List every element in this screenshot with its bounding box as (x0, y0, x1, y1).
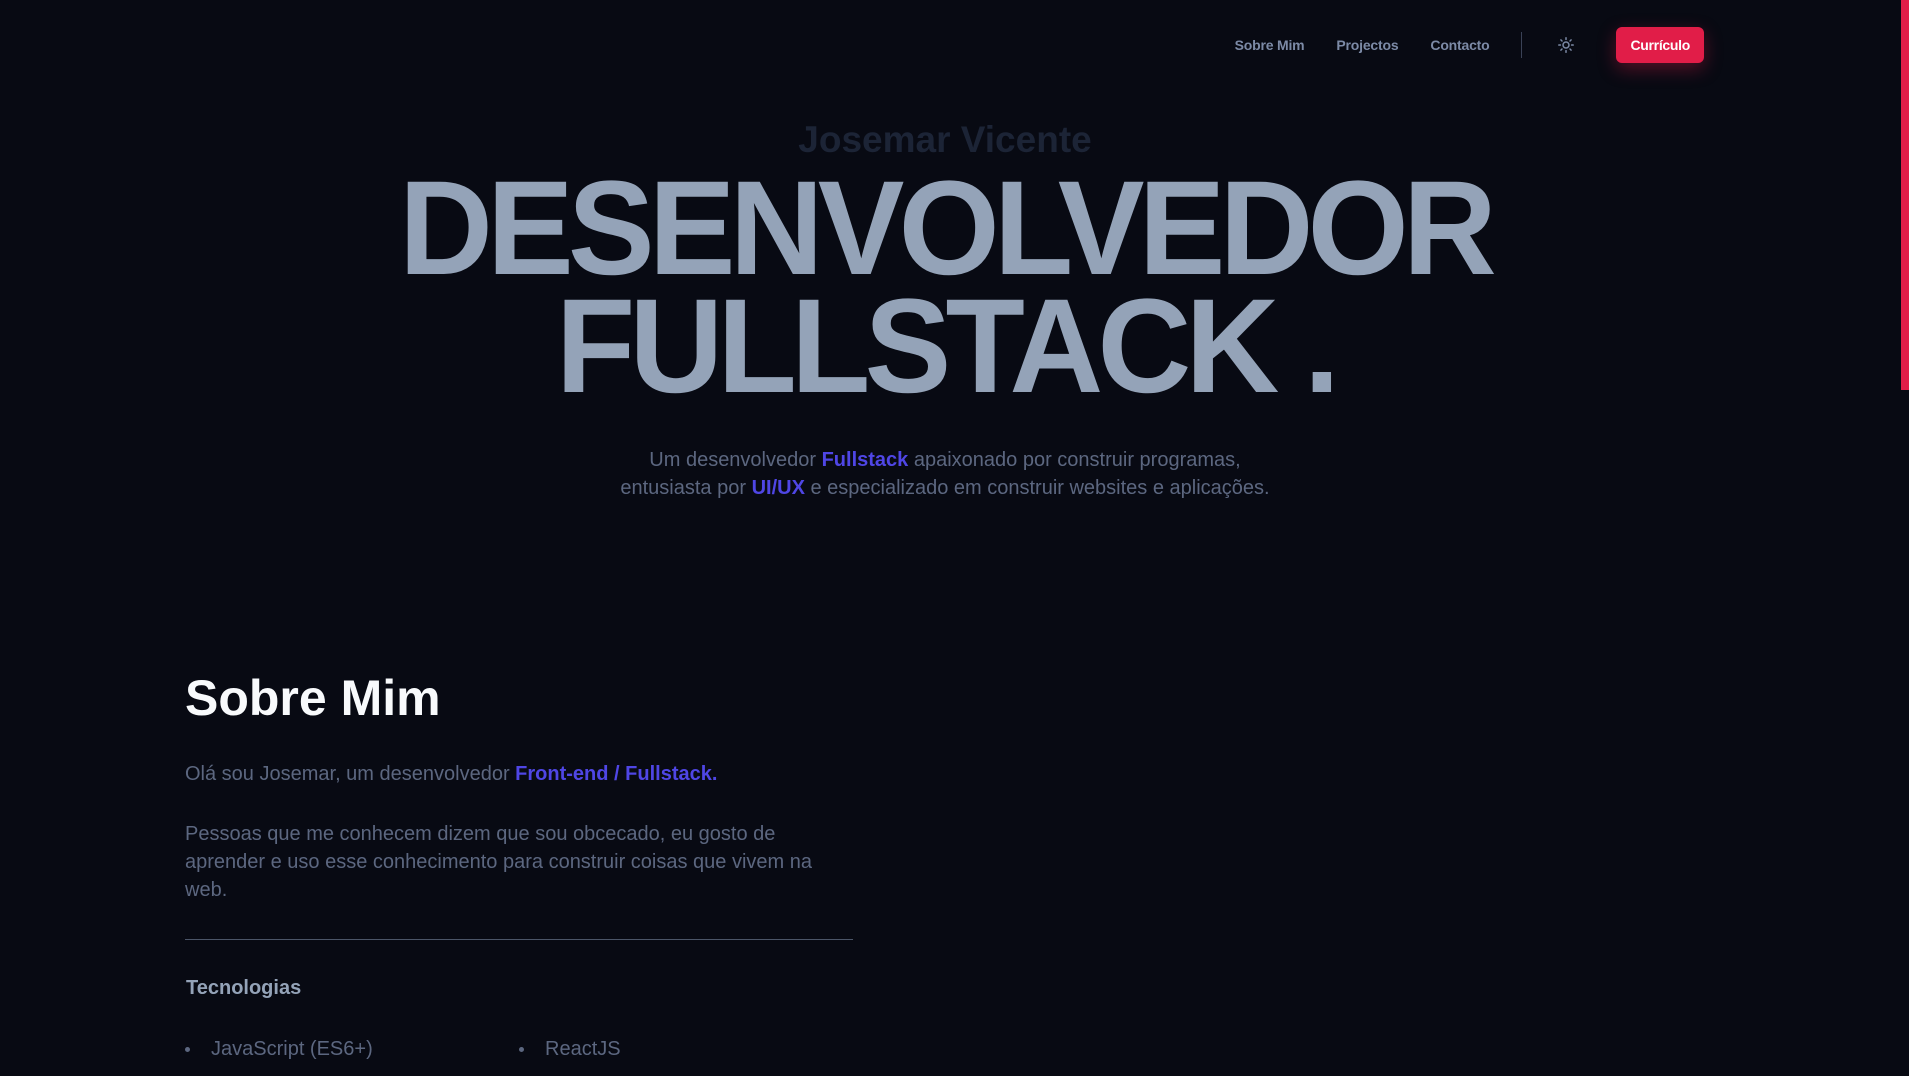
scroll-progress-bar (1901, 0, 1909, 390)
nav-link-projectos[interactable]: Projectos (1336, 37, 1398, 53)
top-navigation: Sobre Mim Projectos Contacto Currículo (1235, 27, 1704, 63)
resume-button[interactable]: Currículo (1616, 27, 1704, 63)
nav-link-sobre-mim[interactable]: Sobre Mim (1235, 37, 1305, 53)
hero-sub-text-4: e especializado em construir websites e … (804, 477, 1270, 499)
hero-section: Josemar Vicente DESENVOLVEDOR FULLSTACK … (0, 118, 1890, 502)
about-paragraph: Pessoas que me conhecem dizem que sou ob… (185, 823, 813, 901)
tech-list: JavaScript (ES6+) ReactJS (185, 1036, 853, 1062)
about-section: Sobre Mim Olá sou Josemar, um desenvolve… (185, 668, 853, 1062)
hero-sub-accent-uiux: UI/UX (751, 477, 805, 499)
about-intro: Olá sou Josemar, um desenvolvedor Front-… (185, 760, 853, 788)
hero-sub-text-3: entusiasta por (620, 477, 752, 499)
hero-sub-text-2: apaixonado por construir programas, (908, 449, 1241, 471)
nav-divider (1521, 32, 1523, 58)
hero-subtitle: Um desenvolvedor Fullstack apaixonado po… (585, 446, 1305, 502)
sun-icon (1558, 37, 1575, 53)
hero-title: DESENVOLVEDOR FULLSTACK . (28, 154, 1861, 421)
tech-title: Tecnologias (186, 977, 302, 999)
hero-title-line-1: DESENVOLVEDOR (399, 154, 1497, 303)
about-title: Sobre Mim (185, 670, 441, 726)
nav-link-contacto[interactable]: Contacto (1430, 37, 1489, 53)
page: Sobre Mim Projectos Contacto Currículo J… (0, 0, 1909, 1076)
about-intro-text: Olá sou Josemar, um desenvolvedor (185, 763, 516, 785)
hero-sub-text-1: Um desenvolvedor (649, 449, 822, 471)
hero-sub-accent-fullstack: Fullstack (821, 449, 909, 471)
about-divider (185, 939, 853, 940)
tech-item: ReactJS (519, 1036, 853, 1062)
tech-item: JavaScript (ES6+) (185, 1036, 519, 1062)
theme-toggle-button[interactable] (1554, 33, 1578, 57)
about-intro-accent: Front-end / Fullstack. (515, 763, 718, 785)
hero-title-line-2: FULLSTACK . (555, 272, 1340, 421)
